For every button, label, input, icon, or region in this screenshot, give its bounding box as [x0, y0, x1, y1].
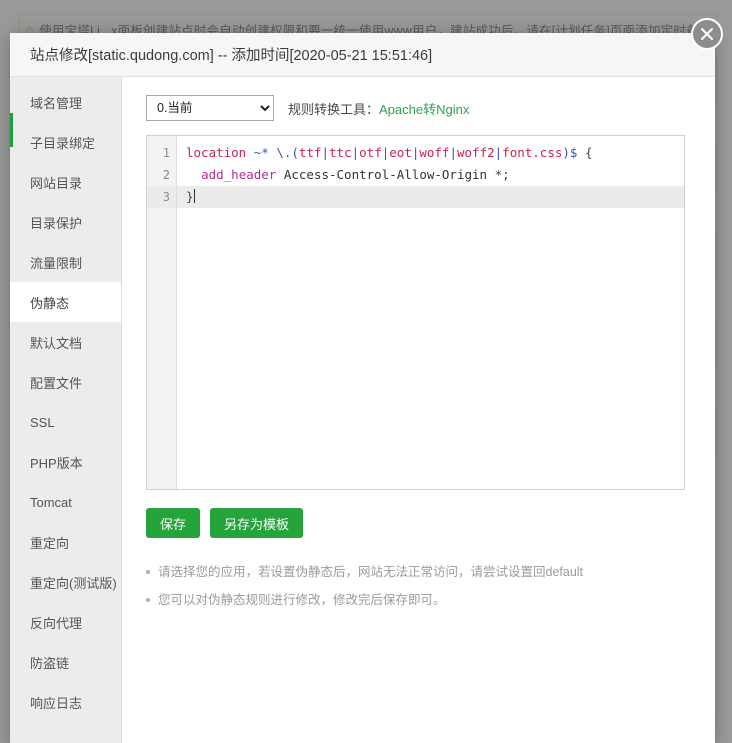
- help-note-text: 您可以对伪静态规则进行修改，修改完后保存即可。: [158, 593, 446, 607]
- sidebar-item-3[interactable]: 目录保护: [10, 202, 121, 242]
- sidebar-item-11[interactable]: 重定向: [10, 522, 121, 562]
- code-token: ttc: [329, 145, 352, 160]
- sidebar-item-5[interactable]: 伪静态: [10, 282, 121, 322]
- sidebar-item-label: 反向代理: [30, 615, 83, 631]
- sidebar-item-label: SSL: [30, 414, 55, 430]
- code-line[interactable]: }: [177, 186, 684, 208]
- sidebar-item-2[interactable]: 网站目录: [10, 162, 121, 202]
- code-line[interactable]: add_header Access-Control-Allow-Origin *…: [177, 164, 684, 186]
- sidebar-item-4[interactable]: 流量限制: [10, 242, 121, 282]
- code-token: eot: [389, 145, 412, 160]
- help-note-0: 请选择您的应用，若设置伪静态后，网站无法正常访问，请尝试设置回default: [146, 564, 689, 580]
- sidebar-item-label: 伪静态: [30, 295, 70, 311]
- help-note-1: 您可以对伪静态规则进行修改，修改完后保存即可。: [146, 592, 689, 608]
- code-token: add_header: [201, 167, 277, 182]
- line-number: 2: [162, 168, 170, 182]
- sidebar-item-13[interactable]: 反向代理: [10, 602, 121, 642]
- editor-code-area[interactable]: location ~* \.(ttf|ttc|otf|eot|woff|woff…: [177, 136, 684, 489]
- code-token: woff: [419, 145, 450, 160]
- converter-tool-label: 规则转换工具：Apache转Nginx: [288, 99, 469, 118]
- sidebar-item-1[interactable]: 子目录绑定: [10, 122, 121, 162]
- sidebar-item-label: 域名管理: [30, 95, 83, 111]
- modal-content-rewrite: 0.当前 规则转换工具：Apache转Nginx 1 2 3 location ~*…: [122, 77, 715, 743]
- sidebar-item-label: Tomcat: [30, 494, 72, 510]
- help-note-text: 请选择您的应用，若设置伪静态后，网站无法正常访问，请尝试设置回default: [158, 565, 584, 579]
- action-button-row: 保存 另存为模板: [146, 508, 689, 538]
- sidebar-active-accent: [10, 113, 13, 147]
- sidebar-item-label: 子目录绑定: [30, 135, 96, 151]
- sidebar-item-10[interactable]: Tomcat: [10, 482, 121, 522]
- code-token: \.(: [276, 145, 299, 160]
- sidebar-item-label: 默认文档: [30, 335, 83, 351]
- sidebar-item-label: 重定向: [30, 535, 70, 551]
- code-token: woff2: [457, 145, 495, 160]
- line-number: 3: [147, 186, 176, 208]
- sidebar-item-7[interactable]: 配置文件: [10, 362, 121, 402]
- bullet-icon: [146, 570, 150, 574]
- sidebar-item-label: PHP版本: [30, 455, 83, 471]
- save-as-template-button[interactable]: 另存为模板: [210, 508, 304, 538]
- code-token: location: [186, 145, 247, 160]
- modal-body: 域名管理子目录绑定网站目录目录保护流量限制伪静态默认文档配置文件 SSL PHP版本…: [10, 77, 715, 743]
- code-token: Access-Control-Allow-Origin: [276, 167, 495, 182]
- sidebar-item-0[interactable]: 域名管理: [10, 82, 121, 122]
- code-line[interactable]: location ~* \.(ttf|ttc|otf|eot|woff|woff…: [177, 142, 684, 164]
- modal-sidebar: 域名管理子目录绑定网站目录目录保护流量限制伪静态默认文档配置文件 SSL PHP版本…: [10, 77, 122, 743]
- rewrite-template-select[interactable]: 0.当前: [146, 95, 274, 121]
- sidebar-item-label: 重定向(测试版): [30, 575, 117, 591]
- sidebar-item-6[interactable]: 默认文档: [10, 322, 121, 362]
- help-notes-list: 请选择您的应用，若设置伪静态后，网站无法正常访问，请尝试设置回default 您可…: [146, 564, 689, 608]
- sidebar-item-label: 流量限制: [30, 255, 83, 271]
- apache-to-nginx-link[interactable]: Apache转Nginx: [379, 102, 469, 117]
- sidebar-item-12[interactable]: 重定向(测试版): [10, 562, 121, 602]
- site-edit-modal: 站点修改[static.qudong.com] -- 添加时间[2020-05-…: [10, 33, 715, 743]
- sidebar-item-label: 网站目录: [30, 175, 83, 191]
- code-token: )$: [562, 145, 578, 160]
- close-icon[interactable]: [691, 18, 723, 50]
- sidebar-item-15[interactable]: 响应日志: [10, 682, 121, 722]
- code-token: }: [186, 189, 194, 204]
- code-token: {: [577, 145, 593, 160]
- sidebar-item-label: 防盗链: [30, 655, 70, 671]
- sidebar-item-label: 响应日志: [30, 695, 83, 711]
- code-token: font.css: [502, 145, 563, 160]
- sidebar-item-label: 目录保护: [30, 215, 83, 231]
- sidebar-item-label: 配置文件: [30, 375, 83, 391]
- code-token: |: [351, 145, 360, 160]
- code-token: |: [449, 145, 457, 160]
- editor-line-number-gutter: 1 2 3: [147, 136, 177, 489]
- sidebar-item-8[interactable]: SSL: [10, 402, 121, 442]
- converter-tool-text: 规则转换工具：: [288, 101, 380, 117]
- sidebar-item-9[interactable]: PHP版本: [10, 442, 121, 482]
- rewrite-rule-code-editor[interactable]: 123 location ~* \.(ttf|ttc|otf|eot|woff|…: [146, 135, 685, 490]
- modal-title: 站点修改[static.qudong.com] -- 添加时间[2020-05-…: [10, 33, 715, 77]
- text-caret: [193, 189, 195, 203]
- save-button[interactable]: 保存: [146, 508, 201, 538]
- code-token: otf: [359, 145, 382, 160]
- code-token: ~*: [253, 145, 269, 160]
- code-token: *;: [494, 167, 510, 182]
- code-token: ttf: [298, 145, 322, 160]
- sidebar-item-14[interactable]: 防盗链: [10, 642, 121, 682]
- line-number: 1: [162, 146, 170, 160]
- code-token: |: [321, 145, 330, 160]
- editor-toolbar: 0.当前 规则转换工具：Apache转Nginx: [146, 95, 689, 121]
- bullet-icon: [146, 598, 150, 602]
